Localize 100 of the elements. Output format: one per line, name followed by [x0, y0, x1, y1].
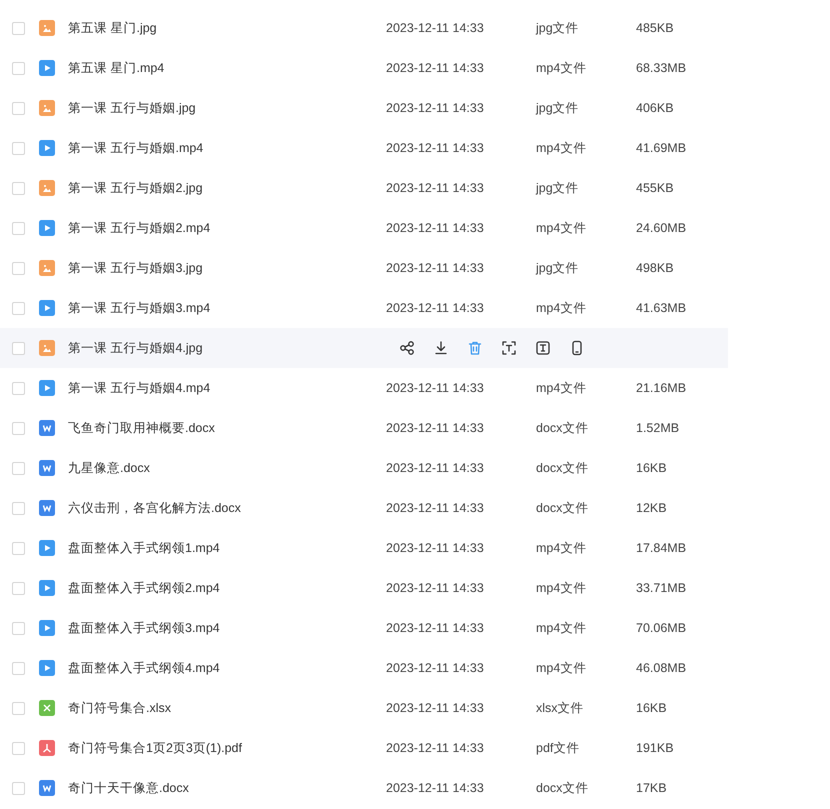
- file-type: docx文件: [536, 780, 590, 796]
- pdf-file-icon: [39, 740, 55, 756]
- file-type: docx文件: [536, 500, 590, 516]
- checkbox[interactable]: [12, 222, 25, 234]
- checkbox[interactable]: [12, 582, 25, 594]
- modified-date: 2023-12-11 14:33: [386, 21, 485, 35]
- checkbox[interactable]: [12, 542, 25, 554]
- checkbox[interactable]: [12, 302, 25, 314]
- checkbox[interactable]: [12, 182, 25, 194]
- file-size: 68.33MB: [636, 61, 686, 75]
- file-row[interactable]: 六仪击刑，各宫化解方法.docx 2023-12-11 14:33 docx文件 12KB: [0, 488, 728, 528]
- file-name[interactable]: 九星像意.docx: [68, 460, 386, 476]
- file-name[interactable]: 第一课 五行与婚姻4.jpg: [68, 340, 386, 356]
- file-row[interactable]: 第一课 五行与婚姻2.jpg 2023-12-11 14:33 jpg文件 455KB: [0, 168, 728, 208]
- file-name[interactable]: 第一课 五行与婚姻4.mp4: [68, 380, 386, 396]
- modified-date: 2023-12-11 14:33: [386, 221, 485, 235]
- modified-date: 2023-12-11 14:33: [386, 541, 485, 555]
- image-file-icon: [39, 180, 55, 196]
- modified-date: 2023-12-11 14:33: [386, 181, 485, 195]
- file-type: docx文件: [536, 420, 590, 436]
- file-name[interactable]: 飞鱼奇门取用神概要.docx: [68, 420, 386, 436]
- checkbox[interactable]: [12, 662, 25, 674]
- image-file-icon: [39, 100, 55, 116]
- file-row[interactable]: 奇门符号集合1页2页3页(1).pdf 2023-12-11 14:33 pdf文件 191KB: [0, 728, 728, 768]
- file-size: 17KB: [636, 781, 667, 795]
- modified-date: 2023-12-11 14:33: [386, 421, 485, 435]
- file-name[interactable]: 第五课 星门.jpg: [68, 20, 386, 36]
- video-file-icon: [39, 220, 55, 236]
- file-row[interactable]: 第一课 五行与婚姻4.jpg: [0, 328, 728, 368]
- file-name[interactable]: 第五课 星门.mp4: [68, 60, 386, 76]
- file-name[interactable]: 第一课 五行与婚姻.jpg: [68, 100, 386, 116]
- file-row[interactable]: 飞鱼奇门取用神概要.docx 2023-12-11 14:33 docx文件 1.52MB: [0, 408, 728, 448]
- file-row[interactable]: 第五课 星门.mp4 2023-12-11 14:33 mp4文件 68.33MB: [0, 48, 728, 88]
- checkbox[interactable]: [12, 102, 25, 114]
- file-row[interactable]: 盘面整体入手式纲领2.mp4 2023-12-11 14:33 mp4文件 33.71MB: [0, 568, 728, 608]
- file-type: jpg文件: [536, 20, 580, 36]
- file-name[interactable]: 奇门符号集合1页2页3页(1).pdf: [68, 740, 386, 756]
- image-file-icon: [39, 260, 55, 276]
- file-row[interactable]: 第一课 五行与婚姻2.mp4 2023-12-11 14:33 mp4文件 24.60MB: [0, 208, 728, 248]
- text-box-icon[interactable]: [535, 340, 551, 356]
- file-name[interactable]: 六仪击刑，各宫化解方法.docx: [68, 500, 386, 516]
- checkbox[interactable]: [12, 382, 25, 394]
- modified-date: 2023-12-11 14:33: [386, 61, 485, 75]
- scan-text-icon[interactable]: [501, 340, 517, 356]
- checkbox[interactable]: [12, 622, 25, 634]
- file-name[interactable]: 第一课 五行与婚姻3.jpg: [68, 260, 386, 276]
- file-type: mp4文件: [536, 60, 588, 76]
- file-row[interactable]: 盘面整体入手式纲领3.mp4 2023-12-11 14:33 mp4文件 70.06MB: [0, 608, 728, 648]
- video-file-icon: [39, 540, 55, 556]
- checkbox[interactable]: [12, 262, 25, 274]
- file-type: mp4文件: [536, 620, 588, 636]
- file-name[interactable]: 盘面整体入手式纲领3.mp4: [68, 620, 386, 636]
- file-row[interactable]: 奇门符号集合.xlsx 2023-12-11 14:33 xlsx文件 16KB: [0, 688, 728, 728]
- file-type: mp4文件: [536, 380, 588, 396]
- file-name[interactable]: 第一课 五行与婚姻.mp4: [68, 140, 386, 156]
- file-size: 33.71MB: [636, 581, 686, 595]
- file-row[interactable]: 奇门十天干像意.docx 2023-12-11 14:33 docx文件 17KB: [0, 768, 728, 808]
- file-name[interactable]: 第一课 五行与婚姻2.jpg: [68, 180, 386, 196]
- file-row[interactable]: 第一课 五行与婚姻.mp4 2023-12-11 14:33 mp4文件 41.69MB: [0, 128, 728, 168]
- checkbox[interactable]: [12, 422, 25, 434]
- delete-icon[interactable]: [467, 340, 483, 356]
- checkbox[interactable]: [12, 782, 25, 794]
- file-row[interactable]: 第一课 五行与婚姻3.jpg 2023-12-11 14:33 jpg文件 498KB: [0, 248, 728, 288]
- file-row[interactable]: 盘面整体入手式纲领1.mp4 2023-12-11 14:33 mp4文件 17.84MB: [0, 528, 728, 568]
- file-size: 1.52MB: [636, 421, 680, 435]
- file-size: 41.69MB: [636, 141, 686, 155]
- file-name[interactable]: 盘面整体入手式纲领1.mp4: [68, 540, 386, 556]
- checkbox[interactable]: [12, 342, 25, 354]
- modified-date: 2023-12-11 14:33: [386, 301, 485, 315]
- file-name[interactable]: 奇门十天干像意.docx: [68, 780, 386, 796]
- file-name[interactable]: 第一课 五行与婚姻2.mp4: [68, 220, 386, 236]
- spreadsheet-file-icon: [39, 700, 55, 716]
- checkbox[interactable]: [12, 142, 25, 154]
- checkbox[interactable]: [12, 702, 25, 714]
- file-row[interactable]: 第一课 五行与婚姻4.mp4 2023-12-11 14:33 mp4文件 21.16MB: [0, 368, 728, 408]
- modified-date: 2023-12-11 14:33: [386, 701, 485, 715]
- file-row[interactable]: 盘面整体入手式纲领4.mp4 2023-12-11 14:33 mp4文件 46.08MB: [0, 648, 728, 688]
- file-name[interactable]: 奇门符号集合.xlsx: [68, 700, 386, 716]
- modified-date: 2023-12-11 14:33: [386, 501, 485, 515]
- checkbox[interactable]: [12, 462, 25, 474]
- checkbox[interactable]: [12, 742, 25, 754]
- file-name[interactable]: 第一课 五行与婚姻3.mp4: [68, 300, 386, 316]
- file-name[interactable]: 盘面整体入手式纲领4.mp4: [68, 660, 386, 676]
- file-row[interactable]: 第一课 五行与婚姻3.mp4 2023-12-11 14:33 mp4文件 41.63MB: [0, 288, 728, 328]
- file-size: 12KB: [636, 501, 667, 515]
- modified-date: 2023-12-11 14:33: [386, 741, 485, 755]
- checkbox[interactable]: [12, 62, 25, 74]
- modified-date: 2023-12-11 14:33: [386, 141, 485, 155]
- image-file-icon: [39, 20, 55, 36]
- image-file-icon: [39, 340, 55, 356]
- checkbox[interactable]: [12, 22, 25, 34]
- share-icon[interactable]: [399, 340, 415, 356]
- download-icon[interactable]: [433, 340, 449, 356]
- file-type: mp4文件: [536, 580, 588, 596]
- file-size: 16KB: [636, 461, 667, 475]
- checkbox[interactable]: [12, 502, 25, 514]
- file-name[interactable]: 盘面整体入手式纲领2.mp4: [68, 580, 386, 596]
- file-row[interactable]: 九星像意.docx 2023-12-11 14:33 docx文件 16KB: [0, 448, 728, 488]
- file-row[interactable]: 第五课 星门.jpg 2023-12-11 14:33 jpg文件 485KB: [0, 8, 728, 48]
- file-row[interactable]: 第一课 五行与婚姻.jpg 2023-12-11 14:33 jpg文件 406KB: [0, 88, 728, 128]
